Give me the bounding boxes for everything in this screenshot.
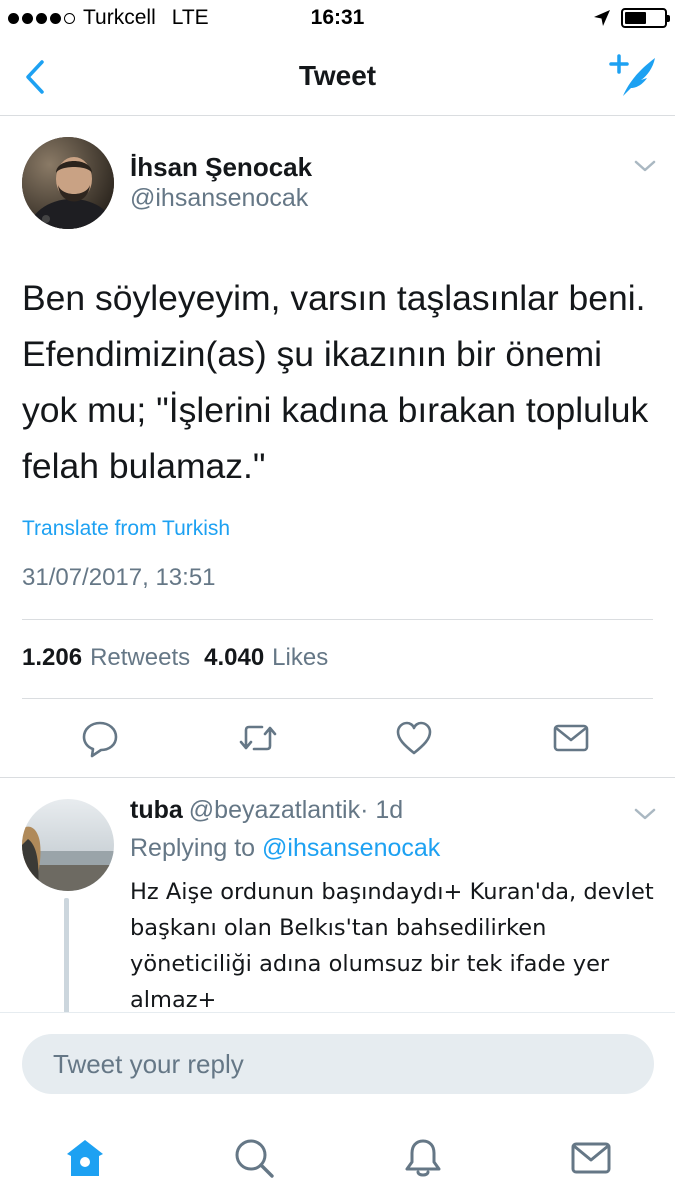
divider — [22, 698, 653, 699]
likes-count: 4.040 — [204, 644, 265, 671]
chevron-down-icon[interactable] — [632, 804, 658, 824]
tweet-actions — [0, 718, 675, 760]
author-avatar[interactable] — [22, 137, 114, 229]
author-name[interactable]: İhsan Şenocak — [130, 152, 312, 183]
messages-icon[interactable] — [569, 1136, 613, 1180]
tweet-text: Ben söyleyeyim, varsın taşlasınlar beni.… — [22, 278, 649, 486]
status-right — [593, 8, 670, 28]
replying-to: Replying to @ihsansenocak — [130, 834, 440, 863]
chevron-down-icon[interactable] — [632, 156, 658, 176]
reply-author-handle[interactable]: @beyazatlantik — [189, 796, 360, 824]
battery-level — [625, 12, 646, 24]
reply-author-name[interactable]: tuba — [130, 796, 183, 824]
section-divider — [0, 777, 675, 778]
home-icon[interactable] — [63, 1136, 107, 1180]
like-heart-icon[interactable] — [394, 718, 434, 758]
likes-stat[interactable]: 4.040 Likes — [204, 644, 328, 672]
tweet-timestamp: 31/07/2017, 13:51 — [22, 564, 216, 591]
page-title: Tweet — [298, 60, 377, 91]
direct-message-icon[interactable] — [551, 718, 591, 758]
retweets-stat[interactable]: 1.206 Retweets — [22, 644, 190, 672]
tab-bar — [0, 1112, 675, 1200]
retweet-icon[interactable] — [238, 718, 278, 758]
location-arrow-icon — [594, 10, 610, 26]
compose-tweet-icon[interactable] — [609, 52, 659, 98]
reply-time: · 1d — [360, 796, 404, 824]
notifications-bell-icon[interactable] — [401, 1136, 445, 1180]
reply-author-avatar[interactable] — [22, 799, 114, 891]
reply-text: Hz Aişe ordunun başındaydı+ Kuran'da, de… — [130, 879, 654, 1012]
replying-to-mention[interactable]: @ihsansenocak — [262, 834, 440, 862]
reply-input[interactable] — [22, 1034, 654, 1094]
retweets-label: Retweets — [90, 644, 191, 671]
reply-icon[interactable] — [80, 718, 120, 758]
tweet-stats: 1.206 Retweets 4.040 Likes — [22, 644, 328, 672]
retweets-count: 1.206 — [22, 644, 83, 671]
search-icon[interactable] — [232, 1136, 276, 1180]
likes-label: Likes — [272, 644, 329, 671]
divider — [22, 619, 653, 620]
status-time: 16:31 — [310, 6, 365, 29]
replying-to-label: Replying to — [130, 834, 256, 862]
thread-line — [64, 898, 69, 1014]
status-bar: Turkcell LTE 16:31 — [0, 0, 675, 38]
nav-bar: Tweet — [0, 38, 675, 116]
reply-header: tuba @beyazatlantik· 1d — [130, 796, 403, 825]
battery-icon — [621, 8, 670, 28]
translate-link[interactable]: Translate from Turkish — [22, 517, 230, 541]
author-handle[interactable]: @ihsansenocak — [130, 184, 308, 213]
